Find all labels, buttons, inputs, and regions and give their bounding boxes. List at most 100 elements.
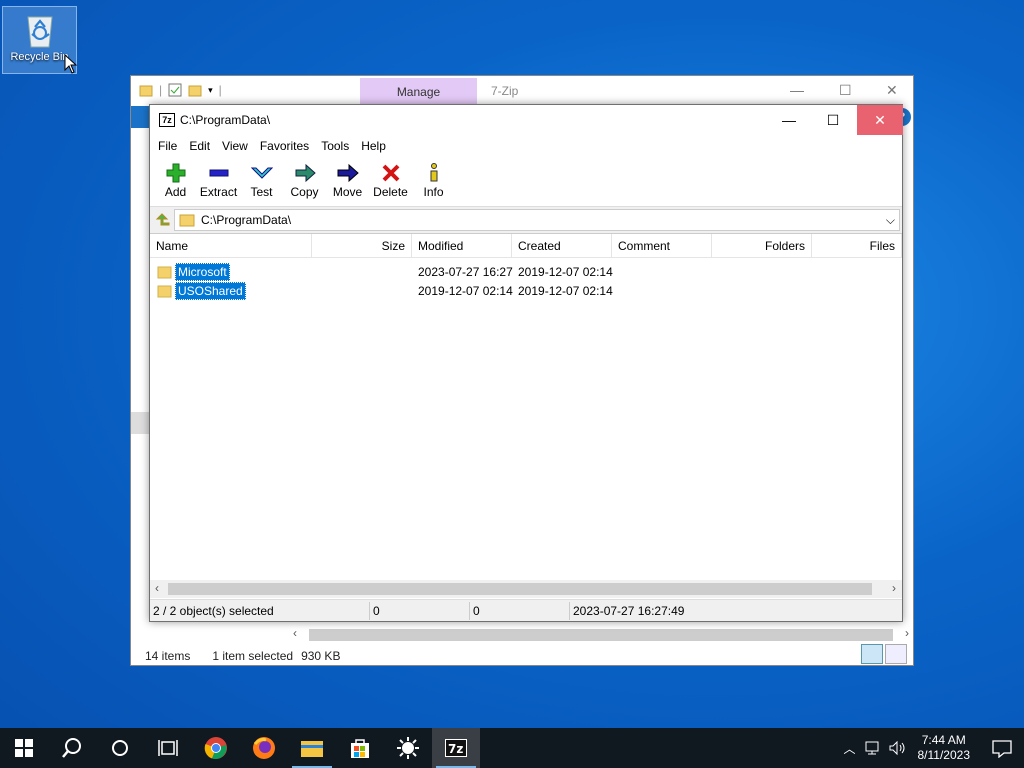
delete-label: Delete [373,185,408,199]
start-button[interactable] [0,728,48,768]
column-files[interactable]: Files [812,234,902,257]
delete-button[interactable]: Delete [369,157,412,206]
store-icon [351,739,369,758]
show-hidden-icons-icon[interactable]: ︿ [840,740,860,757]
add-icon [166,163,185,183]
details-view-button[interactable] [861,644,883,664]
network-icon[interactable] [864,740,884,756]
file-list: Name Size Modified Created Comment Folde… [150,233,902,599]
column-size[interactable]: Size [312,234,412,257]
toolbar: Add Extract Test Copy Move Delete Info [150,157,902,207]
status-bar: 2 / 2 object(s) selected 0 0 2023-07-27 … [150,599,902,621]
clock-time: 7:44 AM [921,733,966,747]
manage-tab[interactable]: Manage [360,78,477,106]
brightness-app-button[interactable] [384,728,432,768]
menu-edit[interactable]: Edit [183,139,216,153]
up-folder-button[interactable] [152,210,174,230]
close-button[interactable]: ✕ [857,105,903,135]
new-folder-icon[interactable] [188,83,202,97]
folder-icon [157,266,172,278]
volume-icon[interactable] [888,740,908,756]
properties-icon[interactable] [168,83,182,97]
menu-file[interactable]: File [152,139,183,153]
move-label: Move [332,185,363,199]
mouse-cursor-icon [64,53,78,77]
ribbon-file-tab[interactable] [131,106,151,128]
add-button[interactable]: Add [154,157,197,206]
explorer-minimize-button[interactable]: — [790,82,804,98]
info-button[interactable]: Info [412,157,455,206]
cortana-button[interactable] [96,728,144,768]
status-packed-size: 0 [470,601,570,620]
chrome-icon [204,737,227,760]
7zip-window: 7z C:\ProgramData\ — ☐ ✕ File Edit View … [149,104,903,622]
item-count: 14 items [145,649,191,663]
explorer-horizontal-scrollbar[interactable]: ‹ › [291,626,911,642]
column-folders[interactable]: Folders [712,234,812,257]
qat-dropdown-icon[interactable]: ▾ [208,85,213,96]
clock[interactable]: 7:44 AM 8/11/2023 [918,733,971,763]
extract-button[interactable]: Extract [197,157,240,206]
item-modified: 2019-12-07 02:14 [418,283,513,298]
svg-text:7z: 7z [448,742,463,756]
column-modified[interactable]: Modified [412,234,512,257]
address-path: C:\ProgramData\ [201,213,292,227]
search-button[interactable] [48,728,96,768]
menu-tools[interactable]: Tools [315,139,355,153]
task-view-button[interactable] [144,728,192,768]
large-icons-view-button[interactable] [885,644,907,664]
quick-access-toolbar: | ▾ | [139,83,222,97]
store-button[interactable] [336,728,384,768]
firefox-button[interactable] [240,728,288,768]
list-item[interactable]: USOShared 2019-12-07 02:14 2019-12-07 02… [150,281,902,300]
explorer-title: 7-Zip [491,84,519,98]
scrollbar-thumb[interactable] [168,583,872,595]
status-date: 2023-07-27 16:27:49 [573,603,685,618]
scroll-right-icon[interactable]: › [892,581,896,595]
menu-favorites[interactable]: Favorites [254,139,315,153]
list-item[interactable]: Microsoft 2023-07-27 16:27 2019-12-07 02… [150,262,902,281]
folder-icon [157,285,172,297]
column-comment[interactable]: Comment [612,234,712,257]
explorer-nav-scroll[interactable] [131,412,151,434]
7zip-icon: 7z [445,739,467,757]
extract-icon [209,169,228,177]
up-arrow-icon [155,213,170,226]
copy-button[interactable]: Copy [283,157,326,206]
scroll-left-icon[interactable]: ‹ [293,626,297,640]
file-explorer-icon [301,741,323,757]
column-name[interactable]: Name [150,234,312,257]
sun-icon [397,737,419,759]
menu-help[interactable]: Help [355,139,392,153]
minimize-button[interactable]: — [766,105,812,135]
scroll-right-icon[interactable]: › [905,626,909,640]
view-switcher [861,644,907,664]
explorer-statusbar: 14 items 1 item selected 930 KB [145,649,340,663]
move-button[interactable]: Move [326,157,369,206]
action-center-icon[interactable] [980,738,1024,758]
7zip-taskbar-button[interactable]: 7z [432,728,480,768]
firefox-icon [253,737,275,759]
menu-bar: File Edit View Favorites Tools Help [150,135,902,157]
chrome-button[interactable] [192,728,240,768]
explorer-maximize-button[interactable]: ☐ [839,82,852,99]
test-button[interactable]: Test [240,157,283,206]
scrollbar-thumb[interactable] [309,629,893,641]
7zip-app-icon: 7z [159,113,175,127]
add-label: Add [164,185,187,199]
folder-icon [139,85,153,97]
explorer-close-button[interactable]: ✕ [886,82,898,99]
maximize-button[interactable]: ☐ [810,105,856,135]
window-title: C:\ProgramData\ [180,113,271,127]
taskbar: 7z ︿ 7:44 AM 8/11/2023 [0,728,1024,768]
selection-count: 1 item selected [212,649,294,663]
list-header: Name Size Modified Created Comment Folde… [150,234,902,258]
item-created: 2019-12-07 02:14 [518,283,613,298]
address-dropdown-icon[interactable]: ⌵ [886,213,895,228]
horizontal-scrollbar[interactable]: ‹ › [150,580,902,598]
scroll-left-icon[interactable]: ‹ [155,581,159,595]
file-explorer-button[interactable] [288,728,336,768]
column-created[interactable]: Created [512,234,612,257]
address-input[interactable]: C:\ProgramData\ ⌵ [174,209,900,231]
menu-view[interactable]: View [216,139,254,153]
